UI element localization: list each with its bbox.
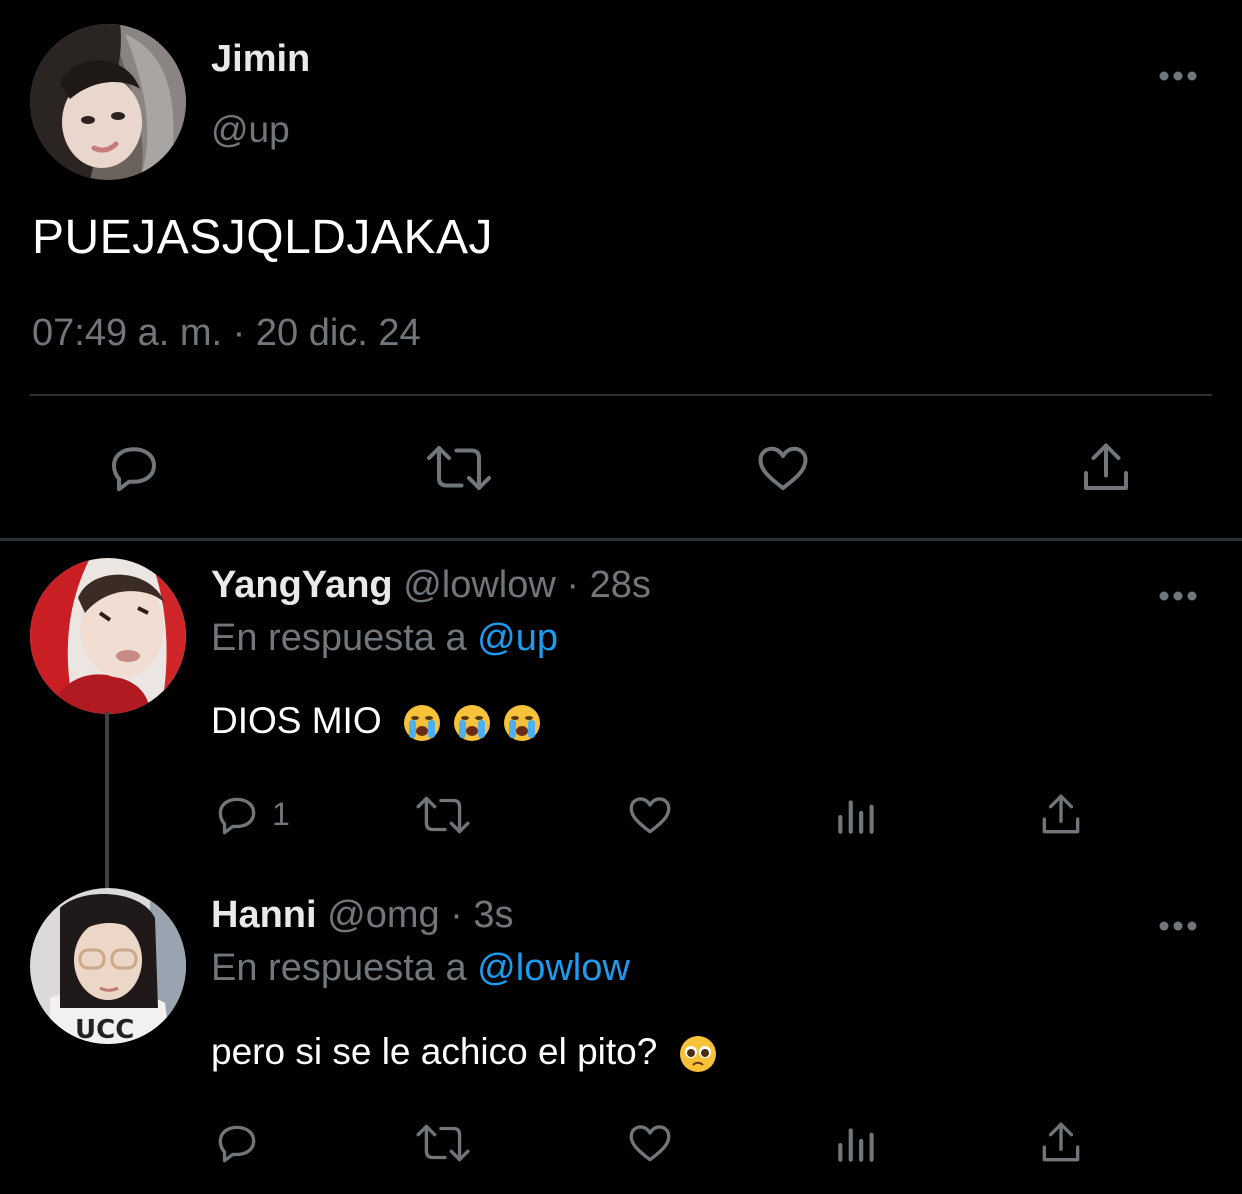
author-handle[interactable]: @up [211,109,290,151]
divider [30,394,1212,396]
share-icon[interactable] [1036,790,1086,840]
loudly-crying-face-emoji [502,703,542,743]
retweet-icon[interactable] [424,438,494,498]
author-name[interactable]: YangYang [211,564,393,606]
reply-text: pero si se le achico el pito? [211,1031,718,1074]
post-time[interactable]: · 3s [440,894,513,936]
reply-count: 1 [272,796,290,832]
reply-header: Hanni @omg · 3s [211,894,514,937]
post-time[interactable]: · 28s [556,564,651,606]
mention-link[interactable]: @up [477,617,558,659]
more-horizontal-icon[interactable] [1158,908,1198,938]
replying-to: En respuesta a @up [211,617,558,660]
share-icon[interactable] [1076,438,1136,498]
reply-text-content: DIOS MIO [211,700,382,741]
reply-text-content: pero si se le achico el pito? [211,1031,658,1072]
avatar-hanni[interactable]: UCC [30,888,186,1044]
author-name[interactable]: Jimin [211,38,310,81]
replying-to-label: En respuesta a [211,947,478,989]
reply-header: YangYang @lowlow · 28s [211,564,651,607]
views-icon[interactable] [832,790,882,840]
divider [0,538,1242,541]
tweet-text: PUEJASJQLDJAKAJ [32,211,493,264]
mention-link[interactable]: @lowlow [477,947,630,989]
more-horizontal-icon[interactable] [1158,58,1198,88]
avatar-yangyang[interactable] [30,558,186,714]
replying-to: En respuesta a @lowlow [211,947,630,990]
avatar-jimin[interactable] [30,24,186,180]
reply-icon[interactable] [212,790,262,840]
author-handle[interactable]: @lowlow [403,564,556,606]
like-icon[interactable] [624,790,676,840]
retweet-icon[interactable] [414,1118,472,1168]
reply-text: DIOS MIO [211,700,542,743]
tweet-timestamp[interactable]: 07:49 a. m. · 20 dic. 24 [32,312,421,355]
views-icon[interactable] [832,1118,882,1168]
more-horizontal-icon[interactable] [1158,578,1198,608]
thread-connector [105,712,109,888]
reply-icon[interactable] [212,1118,262,1168]
like-icon[interactable] [752,438,814,498]
reply-icon[interactable] [104,438,164,498]
loudly-crying-face-emoji [402,703,442,743]
loudly-crying-face-emoji [452,703,492,743]
svg-text:UCC: UCC [75,1015,134,1044]
pleading-face-emoji [678,1034,718,1074]
replying-to-label: En respuesta a [211,617,478,659]
retweet-icon[interactable] [414,790,472,840]
share-icon[interactable] [1036,1118,1086,1168]
author-handle[interactable]: @omg [327,894,440,936]
author-name[interactable]: Hanni [211,894,317,936]
like-icon[interactable] [624,1118,676,1168]
